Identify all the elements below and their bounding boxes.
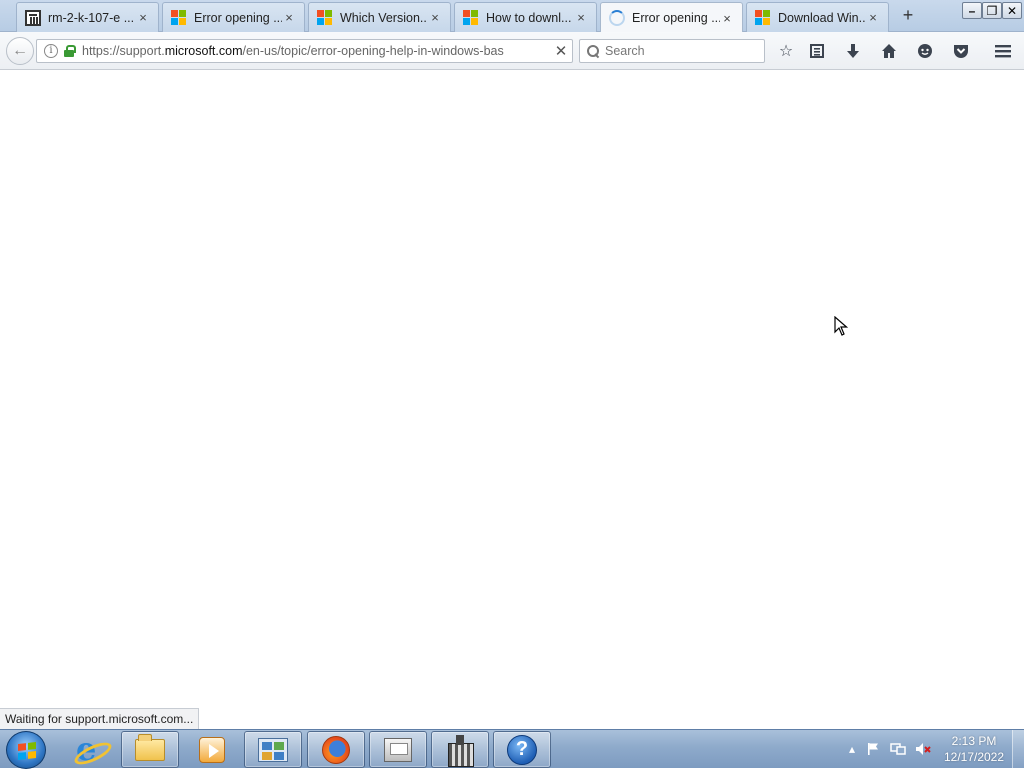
pocket-icon[interactable] — [950, 40, 972, 62]
tab-close-icon[interactable]: × — [574, 10, 588, 25]
tab-title: Error opening ... — [632, 11, 720, 25]
network-icon[interactable] — [890, 742, 906, 758]
tab-close-icon[interactable]: × — [428, 10, 442, 25]
taskbar-media-player[interactable] — [183, 731, 241, 768]
bookmark-star-icon[interactable]: ☆ — [775, 40, 797, 62]
search-input[interactable]: Search — [579, 39, 765, 63]
media-player-icon — [199, 736, 225, 763]
taskbar-control-panel[interactable] — [244, 731, 302, 768]
tab-close-icon[interactable]: × — [136, 10, 150, 25]
url-text[interactable]: https://support.microsoft.com/en-us/topi… — [82, 44, 550, 58]
action-center-flag-icon[interactable] — [866, 742, 882, 758]
tab-title: How to downl... — [486, 10, 572, 25]
tab-title: Which Version... — [340, 10, 428, 25]
taskbar-firefox[interactable] — [307, 731, 365, 768]
microsoft-logo-icon — [463, 9, 479, 26]
tab-title: rm-2-k-107-e ... — [48, 10, 135, 25]
tab-6[interactable]: Download Win... × — [746, 2, 889, 32]
print-scan-icon — [384, 737, 412, 762]
microsoft-logo-icon — [171, 9, 187, 26]
windows-logo-icon — [18, 742, 36, 760]
reading-list-icon[interactable] — [806, 40, 828, 62]
clock[interactable]: 2:13 PM 12/17/2022 — [935, 733, 1013, 765]
volume-muted-icon[interactable] — [915, 742, 931, 758]
tab-1[interactable]: rm-2-k-107-e ... × — [16, 2, 159, 32]
search-icon — [587, 45, 599, 57]
download-icon[interactable] — [842, 40, 864, 62]
chat-icon[interactable] — [914, 40, 936, 62]
url-domain: microsoft.com — [164, 44, 243, 58]
url-prefix: https://support. — [82, 44, 165, 58]
restore-button[interactable]: ❐ — [982, 2, 1002, 19]
tab-close-icon[interactable]: × — [282, 10, 296, 25]
menu-icon[interactable] — [992, 40, 1014, 62]
tab-close-icon[interactable]: × — [866, 10, 880, 25]
clock-date: 12/17/2022 — [943, 750, 1005, 764]
close-window-button[interactable]: ✕ — [1002, 2, 1022, 19]
help-icon: ? — [507, 734, 537, 765]
start-button[interactable] — [6, 731, 46, 769]
clock-time: 2:13 PM — [951, 734, 997, 748]
taskbar: ? ▴ 2:13 PM 12/17/2022 — [0, 729, 1024, 769]
tab-title: Error opening ... — [194, 10, 282, 25]
stop-loading-button[interactable]: ✕ — [550, 42, 572, 60]
castle-app-icon — [445, 734, 475, 767]
info-icon[interactable]: i — [44, 44, 58, 58]
firefox-icon — [322, 735, 350, 764]
microsoft-logo-icon — [755, 9, 771, 26]
minimize-button[interactable]: – — [962, 2, 982, 19]
taskbar-print-scan[interactable] — [369, 731, 427, 768]
new-tab-button[interactable]: + — [898, 5, 918, 25]
page-content: Waiting for support.microsoft.com... — [0, 71, 1024, 729]
back-button[interactable]: ← — [6, 37, 34, 65]
taskbar-help[interactable]: ? — [493, 731, 551, 768]
control-panel-icon — [258, 737, 288, 762]
tab-5-active[interactable]: Error opening ... × — [600, 2, 743, 33]
tab-title: Download Win... — [778, 10, 866, 25]
taskbar-file-explorer[interactable] — [121, 731, 179, 768]
status-bar: Waiting for support.microsoft.com... — [0, 708, 200, 729]
search-placeholder: Search — [605, 44, 645, 58]
internet-explorer-icon — [76, 730, 104, 768]
navigation-toolbar: ← i https://support.microsoft.com/en-us/… — [0, 32, 1024, 70]
show-desktop-button[interactable] — [1012, 730, 1024, 769]
url-path: /en-us/topic/error-opening-help-in-windo… — [242, 44, 504, 58]
show-hidden-icons-icon[interactable]: ▴ — [844, 742, 860, 758]
home-icon[interactable] — [878, 40, 900, 62]
microsoft-logo-icon — [317, 9, 333, 26]
tab-strip: rm-2-k-107-e ... × Error opening ... × W… — [0, 0, 1024, 33]
address-bar[interactable]: i https://support.microsoft.com/en-us/to… — [36, 39, 573, 63]
tab-2[interactable]: Error opening ... × — [162, 2, 305, 32]
taskbar-castle-app[interactable] — [431, 731, 489, 768]
tab-4[interactable]: How to downl... × — [454, 2, 597, 32]
lock-icon[interactable] — [64, 45, 76, 57]
tab-3[interactable]: Which Version... × — [308, 2, 451, 32]
file-explorer-icon — [135, 733, 165, 761]
tab-close-icon[interactable]: × — [720, 11, 734, 26]
archive-icon — [25, 9, 41, 26]
arrow-left-icon: ← — [12, 42, 28, 59]
loading-spinner-icon — [609, 10, 625, 26]
taskbar-internet-explorer[interactable] — [61, 730, 119, 768]
